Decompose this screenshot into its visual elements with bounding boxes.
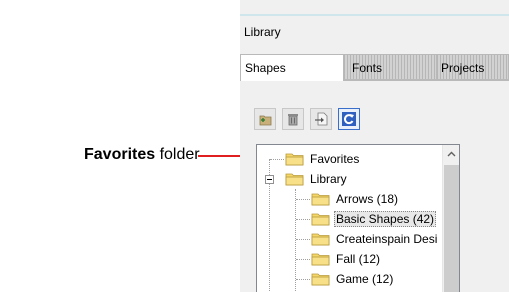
tree-guide xyxy=(296,239,310,240)
tab-divider xyxy=(344,80,509,81)
scroll-up-button[interactable] xyxy=(443,145,459,162)
library-tabs: Shapes Fonts Projects xyxy=(240,54,509,81)
folder-icon xyxy=(285,173,304,186)
tab-fonts[interactable]: Fonts xyxy=(343,54,437,80)
tree-item-fall[interactable]: Fall (12) xyxy=(311,249,382,269)
annotation-label: Favorites folder xyxy=(84,146,200,164)
new-folder-icon xyxy=(259,115,272,126)
tab-shapes[interactable]: Shapes xyxy=(240,54,344,81)
tree-item-label: Arrows (18) xyxy=(336,192,399,206)
tree-item-label: Game (12) xyxy=(336,272,394,286)
folder-icon xyxy=(311,193,330,206)
tree-item-label: Favorites xyxy=(310,152,360,166)
refresh-icon xyxy=(342,112,356,126)
scroll-thumb[interactable] xyxy=(444,165,459,292)
folder-icon xyxy=(311,213,330,226)
tree-item-arrows[interactable]: Arrows (18) xyxy=(311,189,400,209)
chevron-up-icon xyxy=(447,151,456,156)
collapse-library-toggle[interactable] xyxy=(265,175,274,184)
new-folder-button[interactable] xyxy=(254,108,276,130)
tree-guide xyxy=(296,279,310,280)
tree-item-label: Basic Shapes (42) xyxy=(334,211,437,227)
folder-icon xyxy=(285,153,304,166)
tree-item-favorites[interactable]: Favorites xyxy=(285,149,361,169)
trash-icon xyxy=(288,114,298,126)
tree-item-createinspain[interactable]: Createinspain Desi xyxy=(311,229,439,249)
panel-top-border xyxy=(240,14,509,16)
tree-guide xyxy=(296,259,310,260)
library-panel: Library Shapes Fonts Projects Favorites … xyxy=(240,0,509,292)
delete-button[interactable] xyxy=(282,108,304,130)
tree-item-library[interactable]: Library xyxy=(285,169,349,189)
folder-icon xyxy=(311,253,330,266)
folder-icon xyxy=(311,273,330,286)
folder-tree[interactable]: Favorites Library Arrows (18) Basic Shap… xyxy=(256,144,460,292)
import-icon xyxy=(315,112,328,126)
annotation-bold-text: Favorites xyxy=(84,146,156,163)
tree-scrollbar[interactable] xyxy=(442,145,459,292)
tree-item-label: Createinspain Desi xyxy=(336,232,438,246)
import-button[interactable] xyxy=(310,108,332,130)
tree-guide xyxy=(296,199,310,200)
tree-item-label: Fall (12) xyxy=(336,252,381,266)
tree-guide xyxy=(296,219,310,220)
tree-item-basic-shapes[interactable]: Basic Shapes (42) xyxy=(311,209,437,229)
tree-guide xyxy=(295,189,296,292)
folder-icon xyxy=(311,233,330,246)
tree-item-label: Library xyxy=(310,172,347,186)
panel-title: Library xyxy=(244,25,281,39)
refresh-button[interactable] xyxy=(338,108,360,130)
tree-guide xyxy=(270,159,284,160)
tree-item-game[interactable]: Game (12) xyxy=(311,269,395,289)
annotation-rest-text: folder xyxy=(155,146,200,163)
tab-projects[interactable]: Projects xyxy=(436,54,509,80)
